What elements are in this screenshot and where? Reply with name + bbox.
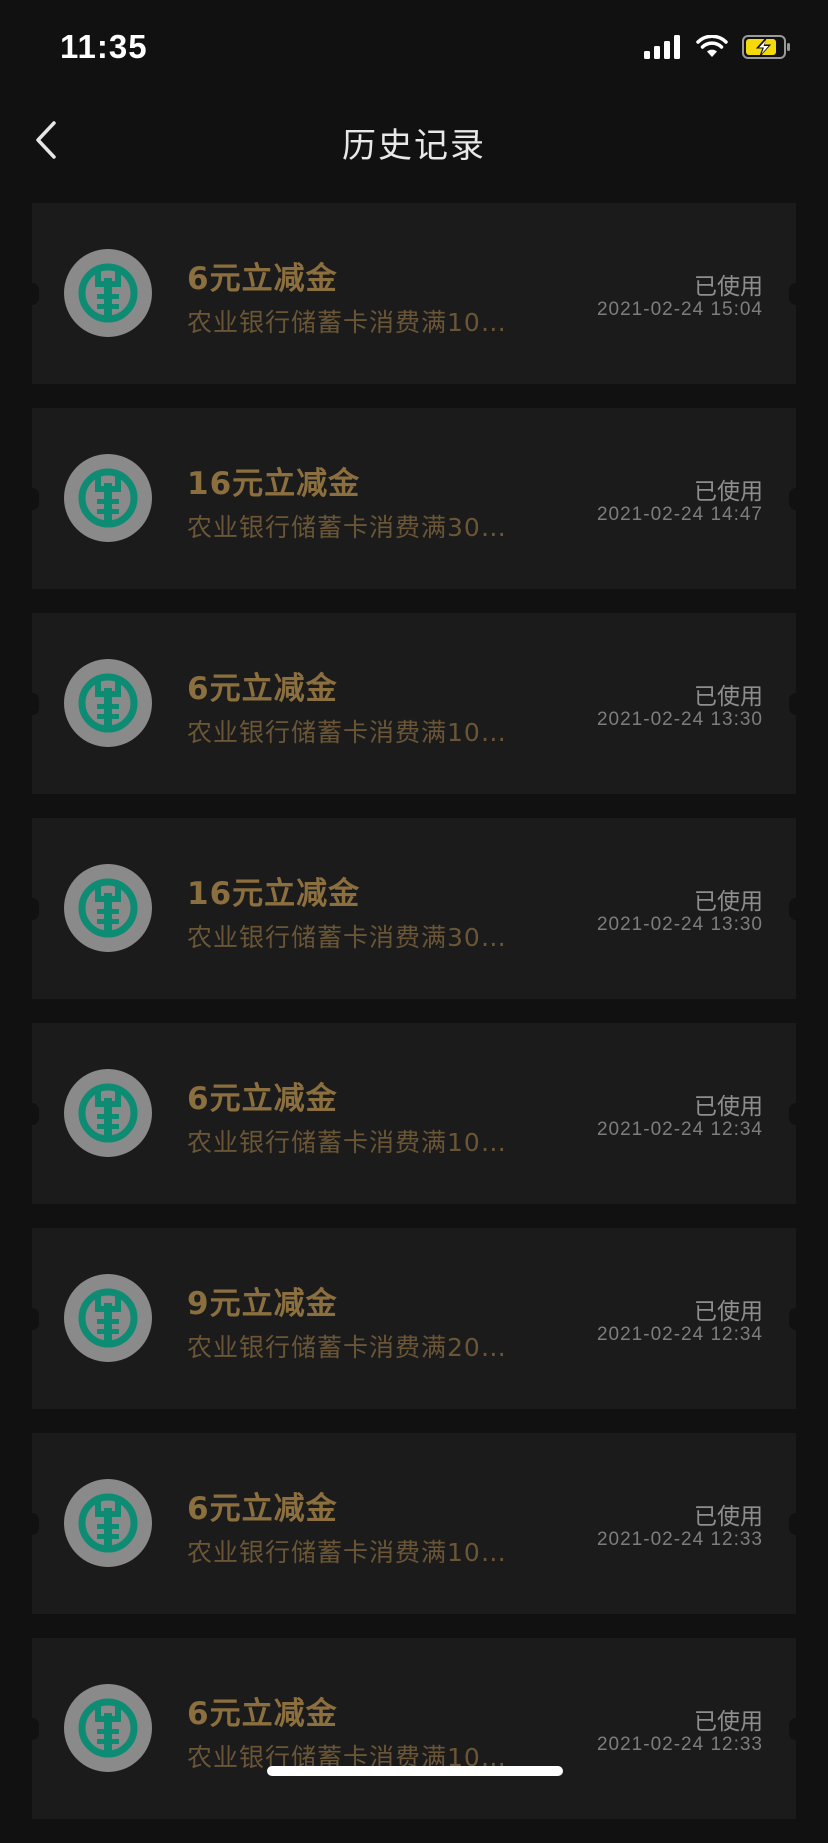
coupon-description: 农业银行储蓄卡消费满20元可用 bbox=[187, 1333, 527, 1362]
coupon-used-time: 2021-02-24 13:30 bbox=[596, 914, 763, 935]
coupon-used-time: 2021-02-24 12:34 bbox=[596, 1119, 763, 1140]
abc-bank-logo-icon bbox=[64, 249, 152, 337]
status-icons bbox=[644, 34, 792, 63]
coupon-card[interactable]: 16元立减金 农业银行储蓄卡消费满30元可用 已使用 2021-02-24 13… bbox=[25, 818, 803, 999]
coupon-card[interactable]: 16元立减金 农业银行储蓄卡消费满30元可用 已使用 2021-02-24 14… bbox=[25, 408, 803, 589]
battery-charging-icon bbox=[742, 35, 792, 63]
coupon-card[interactable]: 9元立减金 农业银行储蓄卡消费满20元可用 已使用 2021-02-24 12:… bbox=[25, 1228, 803, 1409]
coupon-card[interactable]: 6元立减金 农业银行储蓄卡消费满10元可用 已使用 2021-02-24 12:… bbox=[25, 1433, 803, 1614]
coupon-status: 已使用 bbox=[694, 1299, 763, 1325]
coupon-description: 农业银行储蓄卡消费满10元可用 bbox=[187, 1538, 527, 1567]
coupon-status: 已使用 bbox=[694, 1709, 763, 1735]
coupon-title: 6元立减金 bbox=[187, 1491, 338, 1527]
coupon-used-time: 2021-02-24 12:33 bbox=[596, 1529, 763, 1550]
coupon-description: 农业银行储蓄卡消费满30元可用 bbox=[187, 513, 527, 542]
coupon-description: 农业银行储蓄卡消费满10元可用 bbox=[187, 718, 527, 747]
coupon-used-time: 2021-02-24 13:30 bbox=[596, 709, 763, 730]
coupon-title: 16元立减金 bbox=[187, 876, 361, 912]
coupon-status: 已使用 bbox=[694, 1504, 763, 1530]
coupon-used-time: 2021-02-24 12:34 bbox=[596, 1324, 763, 1345]
coupon-status: 已使用 bbox=[694, 684, 763, 710]
coupon-title: 6元立减金 bbox=[187, 1696, 338, 1732]
coupon-card[interactable]: 6元立减金 农业银行储蓄卡消费满10元可用 已使用 2021-02-24 13:… bbox=[25, 613, 803, 794]
abc-bank-logo-icon bbox=[64, 454, 152, 542]
page-title: 历史记录 bbox=[342, 126, 486, 166]
coupon-description: 农业银行储蓄卡消费满30元可用 bbox=[187, 923, 527, 952]
abc-bank-logo-icon bbox=[64, 1684, 152, 1772]
abc-bank-logo-icon bbox=[64, 864, 152, 952]
coupon-card[interactable]: 6元立减金 农业银行储蓄卡消费满10元可用 已使用 2021-02-24 12:… bbox=[25, 1023, 803, 1204]
abc-bank-logo-icon bbox=[64, 1069, 152, 1157]
coupon-description: 农业银行储蓄卡消费满10元可用 bbox=[187, 1128, 527, 1157]
coupon-used-time: 2021-02-24 15:04 bbox=[596, 299, 763, 320]
coupon-list: 6元立减金 农业银行储蓄卡消费满10元可用 已使用 2021-02-24 15:… bbox=[25, 203, 803, 1843]
coupon-status: 已使用 bbox=[694, 1094, 763, 1120]
coupon-title: 6元立减金 bbox=[187, 261, 338, 297]
coupon-status: 已使用 bbox=[694, 889, 763, 915]
coupon-title: 16元立减金 bbox=[187, 466, 361, 502]
coupon-status: 已使用 bbox=[694, 479, 763, 505]
coupon-card[interactable]: 6元立减金 农业银行储蓄卡消费满10元可用 已使用 2021-02-24 15:… bbox=[25, 203, 803, 384]
abc-bank-logo-icon bbox=[64, 659, 152, 747]
wifi-icon bbox=[696, 34, 728, 63]
coupon-description: 农业银行储蓄卡消费满10元可用 bbox=[187, 308, 527, 337]
coupon-used-time: 2021-02-24 12:33 bbox=[596, 1734, 763, 1755]
coupon-status: 已使用 bbox=[694, 274, 763, 300]
abc-bank-logo-icon bbox=[64, 1479, 152, 1567]
home-indicator bbox=[267, 1766, 563, 1776]
coupon-title: 6元立减金 bbox=[187, 671, 338, 707]
signal-icon bbox=[644, 35, 682, 63]
status-time: 11:35 bbox=[60, 28, 148, 65]
nav-bar: 历史记录 bbox=[0, 100, 828, 182]
coupon-title: 9元立减金 bbox=[187, 1286, 338, 1322]
coupon-used-time: 2021-02-24 14:47 bbox=[596, 504, 763, 525]
abc-bank-logo-icon bbox=[64, 1274, 152, 1362]
status-bar: 11:35 bbox=[0, 0, 828, 100]
coupon-title: 6元立减金 bbox=[187, 1081, 338, 1117]
